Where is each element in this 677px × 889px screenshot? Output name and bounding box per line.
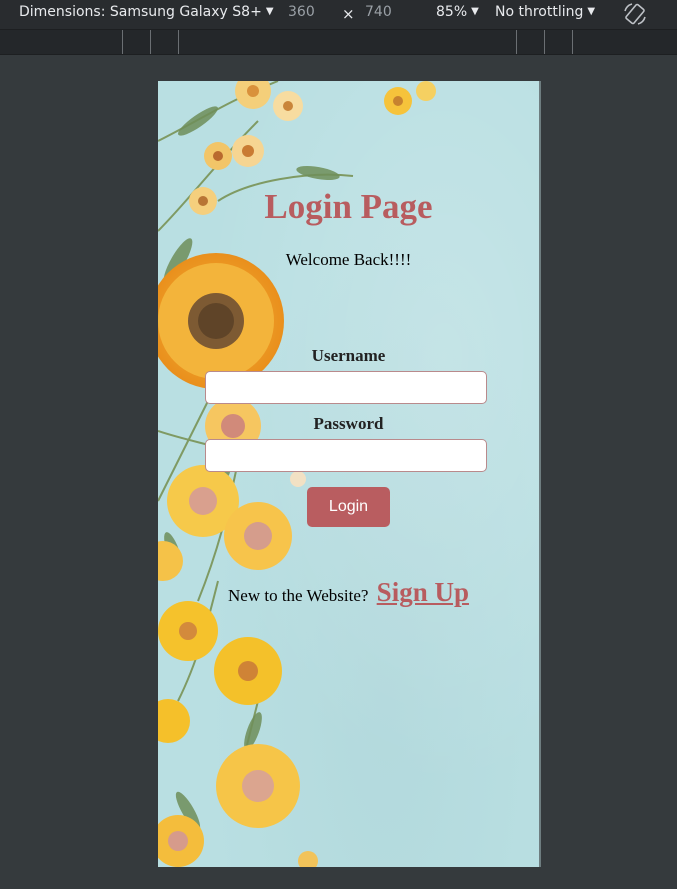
caret-down-icon: ▼ [587, 6, 596, 17]
username-input[interactable] [205, 371, 487, 404]
caret-down-icon: ▼ [265, 6, 274, 17]
device-viewport: Login Page Welcome Back!!!! Username Pas… [158, 81, 541, 867]
device-dimensions-label: Dimensions: Samsung Galaxy S8+ [19, 4, 262, 20]
throttling-label: No throttling [495, 4, 584, 20]
signup-row: New to the Website? Sign Up [158, 577, 539, 608]
media-query-ruler [0, 29, 677, 55]
device-width-input[interactable]: 360 [288, 4, 315, 20]
throttling-dropdown[interactable]: No throttling ▼ [495, 4, 595, 20]
times-icon: × [342, 5, 355, 23]
ruler-tick [516, 30, 517, 54]
device-dimensions-dropdown[interactable]: Dimensions: Samsung Galaxy S8+ ▼ [19, 4, 274, 20]
devtools-device-toolbar: Dimensions: Samsung Galaxy S8+ ▼ 360 × 74… [0, 0, 677, 29]
ruler-tick [544, 30, 545, 54]
zoom-label: 85% [436, 4, 468, 20]
password-input[interactable] [205, 439, 487, 472]
rotate-icon[interactable] [622, 2, 648, 26]
ruler-tick [572, 30, 573, 54]
zoom-dropdown[interactable]: 85% ▼ [436, 4, 479, 20]
password-label: Password [313, 414, 384, 433]
login-button[interactable]: Login [307, 487, 390, 527]
device-height-input[interactable]: 740 [365, 4, 392, 20]
signup-link[interactable]: Sign Up [377, 577, 469, 607]
ruler-tick [122, 30, 123, 54]
caret-down-icon: ▼ [471, 6, 479, 17]
ruler-tick [150, 30, 151, 54]
signup-prompt: New to the Website? [228, 586, 369, 605]
page-title: Login Page [264, 187, 433, 226]
username-label: Username [311, 346, 386, 365]
ruler-tick [178, 30, 179, 54]
welcome-message: Welcome Back!!!! [285, 250, 412, 269]
